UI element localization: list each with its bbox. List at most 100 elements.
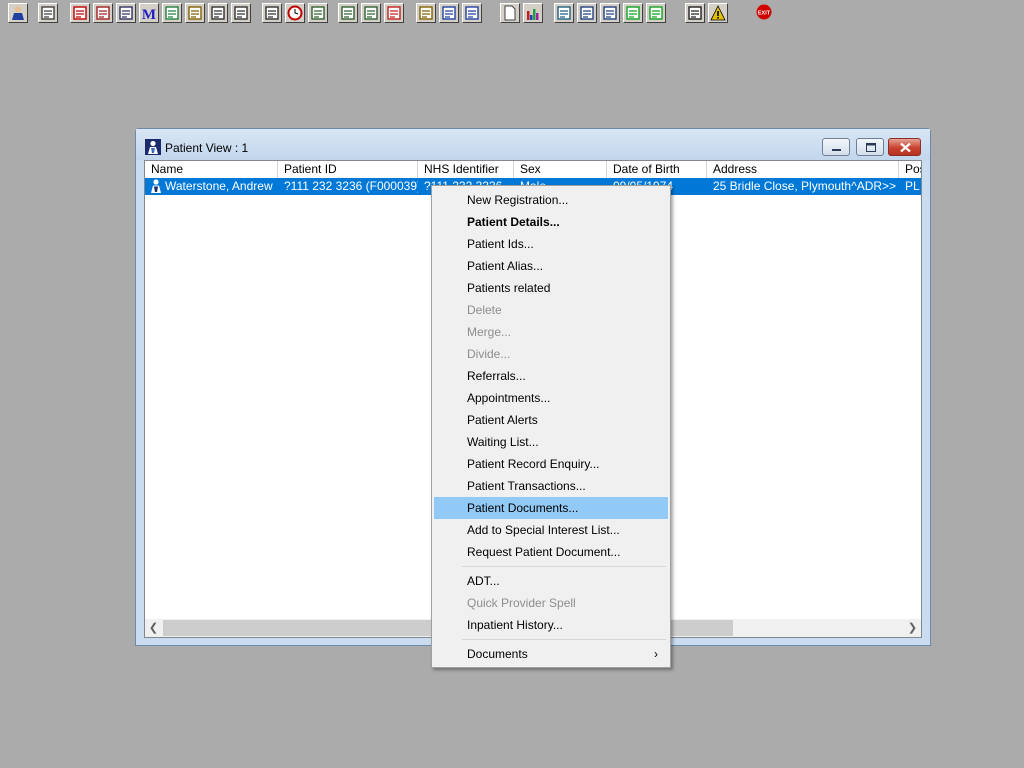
- menu-separator: [462, 639, 666, 640]
- column-header-postcode[interactable]: Pos: [899, 161, 921, 178]
- cell-patient-id: ?111 232 3236 (F000039): [284, 179, 418, 193]
- menu-item-label: Patient Alias...: [467, 259, 544, 273]
- menu-item-documents[interactable]: Documents ›: [434, 643, 668, 665]
- warning-icon: [710, 5, 726, 21]
- cell-postcode: PL: [905, 179, 920, 193]
- menu-item-adt[interactable]: ADT...: [434, 570, 668, 592]
- patient-button[interactable]: [8, 3, 28, 23]
- menu-item-patient-record-enquiry[interactable]: Patient Record Enquiry...: [434, 453, 668, 475]
- doctor-button[interactable]: [162, 3, 182, 23]
- globe-icon: [557, 6, 571, 20]
- scroll-left-arrow-icon[interactable]: ❮: [145, 619, 162, 637]
- arrows-swap-icon: [649, 6, 663, 20]
- monitor-button[interactable]: [308, 3, 328, 23]
- patient-icon: [12, 6, 24, 20]
- column-header-date-of-birth[interactable]: Date of Birth: [607, 161, 707, 178]
- column-header-address[interactable]: Address: [707, 161, 899, 178]
- arrows-green-button[interactable]: [623, 3, 643, 23]
- warning-button[interactable]: [708, 3, 728, 23]
- menu-item-patient-alerts[interactable]: Patient Alerts: [434, 409, 668, 431]
- checklist-alt-icon: [603, 6, 617, 20]
- menu-item-divide: Divide...: [434, 343, 668, 365]
- scroll-right-arrow-icon[interactable]: ❯: [904, 619, 921, 637]
- edit-book-button[interactable]: [93, 3, 113, 23]
- menu-item-label: Merge...: [467, 325, 512, 339]
- m-letter-button[interactable]: M: [139, 3, 159, 23]
- red-book-button[interactable]: [70, 3, 90, 23]
- checklist-alt-button[interactable]: [600, 3, 620, 23]
- main-toolbar: M EXIT: [0, 0, 1024, 28]
- flag-button[interactable]: [208, 3, 228, 23]
- close-icon: [900, 142, 911, 153]
- bar-chart-icon: [527, 9, 539, 20]
- swap-arrows-button[interactable]: [685, 3, 705, 23]
- menu-item-label: Patient Alerts: [467, 413, 538, 427]
- bed-button[interactable]: [439, 3, 459, 23]
- menu-item-patients-related[interactable]: Patients related: [434, 277, 668, 299]
- calendar-icon: [341, 6, 355, 20]
- arrows-swap-button[interactable]: [646, 3, 666, 23]
- menu-item-add-to-special-interest-list[interactable]: Add to Special Interest List...: [434, 519, 668, 541]
- column-header-patient-id[interactable]: Patient ID: [278, 161, 418, 178]
- blank-page-button[interactable]: [500, 3, 520, 23]
- printer-button[interactable]: [38, 3, 58, 23]
- menu-item-delete: Delete: [434, 299, 668, 321]
- column-header-nhs-identifier[interactable]: NHS Identifier: [418, 161, 514, 178]
- bed-icon: [442, 6, 456, 20]
- globe-button[interactable]: [554, 3, 574, 23]
- maximize-icon: [866, 143, 876, 152]
- checklist-button[interactable]: [577, 3, 597, 23]
- flag-alt-button[interactable]: [231, 3, 251, 23]
- menu-item-request-patient-document[interactable]: Request Patient Document...: [434, 541, 668, 563]
- svg-text:M: M: [142, 7, 156, 21]
- menu-item-patient-alias[interactable]: Patient Alias...: [434, 255, 668, 277]
- time-icon: [387, 6, 401, 20]
- ward-button[interactable]: [361, 3, 381, 23]
- menu-item-patient-ids[interactable]: Patient Ids...: [434, 233, 668, 255]
- menu-item-waiting-list[interactable]: Waiting List...: [434, 431, 668, 453]
- menu-item-patient-details[interactable]: Patient Details...: [434, 211, 668, 233]
- menu-item-new-registration[interactable]: New Registration...: [434, 189, 668, 211]
- menu-item-label: Patients related: [467, 281, 551, 295]
- menu-item-inpatient-history[interactable]: Inpatient History...: [434, 614, 668, 636]
- minimize-button[interactable]: [822, 138, 850, 156]
- menu-item-label: Patient Documents...: [467, 501, 579, 515]
- menu-item-label: Waiting List...: [467, 435, 539, 449]
- bed-person-button[interactable]: [462, 3, 482, 23]
- menu-item-label: Request Patient Document...: [467, 545, 621, 559]
- menu-item-label: Appointments...: [467, 391, 551, 405]
- column-header-name[interactable]: Name: [145, 161, 278, 178]
- menu-item-merge: Merge...: [434, 321, 668, 343]
- arrows-green-icon: [626, 6, 640, 20]
- edit-book-icon: [96, 6, 110, 20]
- bed-person-icon: [465, 6, 479, 20]
- exit-button[interactable]: EXIT: [755, 3, 775, 23]
- menu-item-label: Patient Record Enquiry...: [467, 457, 600, 471]
- close-button[interactable]: [888, 138, 921, 156]
- time-button[interactable]: [384, 3, 404, 23]
- menu-item-patient-transactions[interactable]: Patient Transactions...: [434, 475, 668, 497]
- note-button[interactable]: [416, 3, 436, 23]
- search-doc-button[interactable]: [262, 3, 282, 23]
- monitor-icon: [311, 6, 325, 20]
- clock-button[interactable]: [285, 3, 305, 23]
- submenu-arrow-icon: ›: [654, 647, 658, 661]
- menu-item-referrals[interactable]: Referrals...: [434, 365, 668, 387]
- menu-item-patient-documents[interactable]: Patient Documents...: [434, 497, 668, 519]
- clock-icon: [287, 5, 303, 21]
- menu-item-label: Inpatient History...: [467, 618, 563, 632]
- exit-icon: EXIT: [756, 4, 772, 20]
- menu-item-label: Delete: [467, 303, 502, 317]
- calendar-button[interactable]: [338, 3, 358, 23]
- document-list-button[interactable]: [116, 3, 136, 23]
- patient-context-menu: New Registration... Patient Details... Pat…: [431, 185, 671, 668]
- notepad-button[interactable]: [185, 3, 205, 23]
- ward-icon: [364, 6, 378, 20]
- list-header: Name Patient ID NHS Identifier Sex Date …: [145, 161, 921, 178]
- menu-item-appointments[interactable]: Appointments...: [434, 387, 668, 409]
- cell-address: 25 Bridle Close, Plymouth^ADR>>: [713, 179, 897, 193]
- bar-chart-button[interactable]: [523, 3, 543, 23]
- window-titlebar[interactable]: Patient View : 1: [136, 129, 930, 160]
- maximize-button[interactable]: [856, 138, 884, 156]
- column-header-sex[interactable]: Sex: [514, 161, 607, 178]
